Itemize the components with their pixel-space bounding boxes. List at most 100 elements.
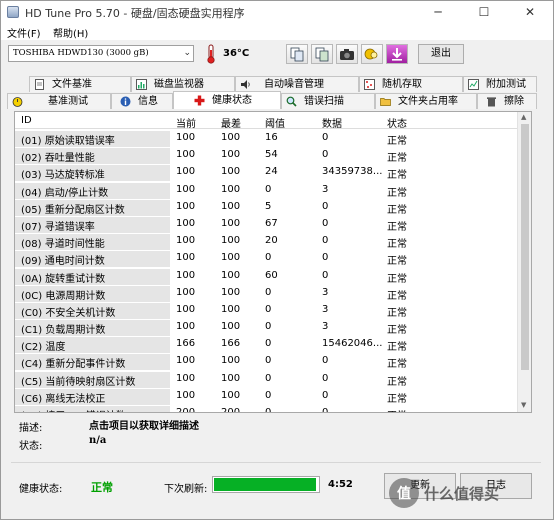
camera-icon	[340, 49, 354, 60]
table-row[interactable]: (C4) 重新分配事件计数 100 100 0 0 正常	[15, 353, 517, 371]
cell-data: 0	[322, 252, 329, 264]
table-row[interactable]: (0A) 旋转重试计数 100 100 60 0 正常	[15, 268, 517, 285]
cell-id: (04) 启动/停止计数	[21, 187, 109, 199]
scroll-down-icon[interactable]: ▼	[521, 401, 526, 409]
table-row[interactable]: (01) 原始读取错误率 100 100 16 0 正常	[15, 130, 517, 147]
table-row[interactable]: (08) 寻道时间性能 100 100 20 0 正常	[15, 233, 517, 251]
table-row[interactable]: (05) 重新分配扇区计数 100 100 5 0 正常	[15, 199, 517, 216]
folder-icon	[380, 98, 391, 106]
cell-threshold: 0	[265, 355, 272, 367]
tab-random-access[interactable]: 随机存取	[359, 76, 463, 92]
window-title: HD Tune Pro 5.70 - 硬盘/固态硬盘实用程序	[25, 7, 245, 20]
table-row[interactable]: (03) 马达旋转标准 100 100 24 34359738... 正常	[15, 164, 517, 182]
cell-id: (02) 吞吐量性能	[21, 153, 95, 165]
cell-current: 100	[176, 183, 196, 195]
tab-error-scan[interactable]: 错误扫描	[281, 93, 375, 109]
column-header-data[interactable]: 数据	[322, 115, 342, 130]
table-row[interactable]: (C1) 负载周期计数 100 100 0 3 正常	[15, 319, 517, 337]
tab-folder-usage[interactable]: 文件夹占用率	[375, 93, 477, 109]
close-button[interactable]: ✕	[507, 1, 553, 23]
tab-health[interactable]: 健康状态	[173, 91, 281, 109]
smart-table[interactable]: ID 当前 最差 阈值 数据 状态 (01) 原始读取错误率 100 100 16 0 正…	[14, 111, 532, 413]
cell-current: 100	[176, 166, 196, 178]
cell-worst: 100	[221, 372, 241, 384]
cell-id: (C5) 当前待映射扇区计数	[21, 376, 136, 388]
cell-data: 3	[322, 286, 329, 298]
table-scrollbar[interactable]: ▲ ▼	[517, 112, 531, 412]
cell-current: 100	[176, 217, 196, 229]
cell-status: 正常	[387, 307, 407, 319]
menu-file[interactable]: 文件(F)	[7, 25, 41, 40]
cell-status: 正常	[387, 325, 407, 337]
table-row[interactable]: (02) 吞吐量性能 100 100 54 0 正常	[15, 147, 517, 165]
cell-worst: 100	[221, 200, 241, 212]
cell-threshold: 0	[265, 338, 272, 350]
column-header-worst[interactable]: 最差	[221, 115, 241, 130]
table-row[interactable]: (04) 启动/停止计数 100 100 0 3 正常	[15, 182, 517, 199]
tab-noise-management[interactable]: 自动噪音管理	[235, 76, 359, 92]
cell-worst: 100	[221, 217, 241, 229]
cell-threshold: 0	[265, 303, 272, 315]
scrollbar-thumb[interactable]	[521, 124, 529, 370]
column-header-status[interactable]: 状态	[387, 115, 407, 130]
table-row[interactable]: (07) 寻道错误率 100 100 67 0 正常	[15, 216, 517, 233]
screenshot-button[interactable]	[336, 44, 358, 64]
status-value: n/a	[89, 435, 107, 446]
cell-data: 0	[322, 217, 329, 229]
cell-id: (C7) 接口CRC错误计数	[21, 407, 126, 412]
watermark-logo: 值 什么值得买	[389, 478, 499, 508]
cell-worst: 100	[221, 286, 241, 298]
monitor-chart-icon	[136, 79, 147, 90]
health-status-label: 健康状态:	[19, 484, 63, 495]
cell-current: 100	[176, 303, 196, 315]
cell-worst: 100	[221, 355, 241, 367]
trash-icon	[487, 97, 496, 107]
table-row[interactable]: (0C) 电源周期计数 100 100 0 3 正常	[15, 285, 517, 302]
cell-id: (C2) 温度	[21, 342, 66, 354]
cell-threshold: 67	[265, 217, 278, 229]
tab-file-benchmark[interactable]: 文件基准	[29, 76, 131, 92]
extra-tests-icon	[468, 79, 479, 90]
table-row[interactable]: (C2) 温度 166 166 0 15462046... 正常	[15, 336, 517, 354]
exit-button[interactable]: 退出	[418, 44, 464, 64]
table-header: ID 当前 最差 阈值 数据 状态	[15, 112, 531, 130]
column-header-id[interactable]: ID	[21, 115, 32, 126]
copy-screen-button[interactable]	[311, 44, 333, 64]
cell-id: (0A) 旋转重试计数	[21, 273, 106, 285]
cell-threshold: 60	[265, 269, 278, 281]
cell-id: (05) 重新分配扇区计数	[21, 204, 125, 216]
cell-data: 0	[322, 372, 329, 384]
cell-status: 正常	[387, 153, 407, 165]
cell-threshold: 24	[265, 166, 278, 178]
column-header-threshold[interactable]: 阈值	[265, 115, 285, 130]
table-row[interactable]: (C0) 不安全关机计数 100 100 0 3 正常	[15, 302, 517, 319]
table-row[interactable]: (C6) 离线无法校正 100 100 0 0 正常	[15, 388, 517, 405]
cell-worst: 100	[221, 303, 241, 315]
tab-info[interactable]: 信息	[111, 93, 173, 109]
cell-current: 100	[176, 149, 196, 161]
download-button[interactable]	[386, 44, 408, 64]
cell-data: 3	[322, 303, 329, 315]
cell-status: 正常	[387, 342, 407, 354]
tab-disk-monitor[interactable]: 磁盘监视器	[131, 76, 235, 92]
cell-data: 0	[322, 269, 329, 281]
minimize-button[interactable]: ─	[415, 1, 461, 23]
cell-worst: 100	[221, 269, 241, 281]
menu-help[interactable]: 帮助(H)	[53, 25, 88, 40]
table-row[interactable]: (C5) 当前待映射扇区计数 100 100 0 0 正常	[15, 371, 517, 388]
scroll-up-icon[interactable]: ▲	[521, 113, 526, 121]
cell-status: 正常	[387, 170, 407, 182]
maximize-button[interactable]: ☐	[461, 1, 507, 23]
cell-id: (C6) 离线无法校正	[21, 393, 106, 405]
copy-button[interactable]	[286, 44, 308, 64]
drive-select[interactable]: TOSHIBA HDWD130 (3000 gB) ⌄	[8, 45, 194, 62]
options-button[interactable]	[361, 44, 383, 64]
tab-erase[interactable]: 擦除	[477, 93, 537, 109]
tab-benchmark[interactable]: 基准测试	[7, 93, 111, 109]
cell-worst: 100	[221, 183, 241, 195]
cell-current: 200	[176, 407, 196, 413]
table-row[interactable]: (09) 通电时间计数 100 100 0 0 正常	[15, 250, 517, 268]
column-header-current[interactable]: 当前	[176, 115, 196, 130]
tab-extra-tests[interactable]: 附加测试	[463, 76, 537, 92]
table-row[interactable]: (C7) 接口CRC错误计数 200 200 0 0 正常	[15, 405, 517, 413]
